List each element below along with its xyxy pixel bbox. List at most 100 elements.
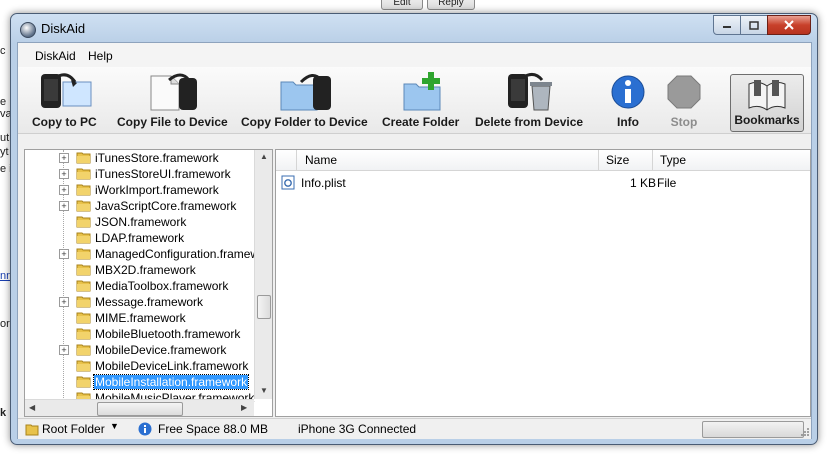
column-separator: [652, 150, 653, 170]
minimize-icon: [723, 26, 731, 28]
stop-button[interactable]: Stop: [664, 67, 704, 133]
scroll-left-icon[interactable]: ◀: [29, 403, 35, 412]
tree-item[interactable]: + iTunesStore.framework: [25, 150, 254, 166]
tree-item[interactable]: MobileDeviceLink.framework: [25, 358, 254, 374]
tree-item[interactable]: + iWorkImport.framework: [25, 182, 254, 198]
scroll-down-icon[interactable]: ▼: [260, 386, 268, 395]
caption-buttons: [713, 15, 811, 35]
tree-item[interactable]: MediaToolbox.framework: [25, 278, 254, 294]
tree-item-label: JSON.framework: [95, 215, 187, 229]
status-bar: Root Folder ▼ Free Space 88.0 MB iPhone …: [18, 418, 811, 439]
menu-bar: DiskAid Help: [18, 43, 811, 67]
folder-icon: [76, 168, 91, 180]
folder-icon: [76, 344, 91, 356]
folder-icon: [76, 216, 91, 228]
root-folder-dropdown[interactable]: Root Folder: [42, 422, 105, 436]
tree-item[interactable]: JSON.framework: [25, 214, 254, 230]
expand-icon[interactable]: +: [59, 345, 69, 355]
tree-item-label: iTunesStoreUI.framework: [95, 167, 231, 181]
bg-text-fragment: ut: [0, 132, 10, 144]
copy-to-pc-button[interactable]: Copy to PC: [32, 67, 97, 133]
tree-item[interactable]: MobileBluetooth.framework: [25, 326, 254, 342]
copy-to-pc-label: Copy to PC: [32, 115, 97, 129]
scroll-right-icon[interactable]: ▶: [241, 403, 247, 412]
bg-text-fragment: e: [0, 96, 7, 108]
plist-file-icon: [281, 175, 295, 190]
tree-item[interactable]: LDAP.framework: [25, 230, 254, 246]
toolbar: Copy to PC Copy File to Device Copy Fold…: [18, 67, 811, 134]
tree-vertical-scroll-thumb[interactable]: [257, 295, 271, 319]
tree-item-label: ManagedConfiguration.framework: [95, 247, 273, 261]
folder-icon: [25, 424, 39, 436]
tree-item-label: MobileDeviceLink.framework: [95, 359, 249, 373]
expand-icon[interactable]: +: [59, 201, 69, 211]
column-header-size[interactable]: Size: [606, 153, 629, 167]
copy-file-to-device-button[interactable]: Copy File to Device: [117, 67, 228, 133]
expand-icon[interactable]: +: [59, 297, 69, 307]
copy-to-pc-icon: [37, 70, 92, 114]
expand-icon[interactable]: +: [59, 249, 69, 259]
progress-bar: [702, 421, 804, 438]
tree-item-label: MediaToolbox.framework: [95, 279, 229, 293]
bg-text-fragment: k: [0, 407, 7, 419]
bg-edit-button[interactable]: Edit: [381, 0, 423, 10]
minimize-button[interactable]: [713, 15, 741, 35]
folder-icon: [76, 376, 91, 388]
tree-item[interactable]: MIME.framework: [25, 310, 254, 326]
copy-folder-to-device-button[interactable]: Copy Folder to Device: [241, 67, 368, 133]
tree-item-label: MobileDevice.framework: [95, 343, 227, 357]
delete-from-device-label: Delete from Device: [475, 115, 584, 129]
file-row[interactable]: Info.plist 1 KB File: [276, 174, 810, 192]
column-separator: [296, 150, 297, 170]
window-title: DiskAid: [41, 21, 86, 36]
column-header-type[interactable]: Type: [660, 153, 686, 167]
tree-item[interactable]: + JavaScriptCore.framework: [25, 198, 254, 214]
scroll-up-icon[interactable]: ▲: [260, 152, 268, 161]
folder-tree[interactable]: + iTunesStore.framework + iTunesStoreUI.fra…: [24, 149, 273, 417]
file-list[interactable]: Name Size Type Info.plist 1 KB File: [275, 149, 811, 417]
tree-horizontal-scrollbar[interactable]: ◀ ▶: [25, 399, 254, 416]
create-folder-label: Create Folder: [382, 115, 460, 129]
diskaid-window: DiskAid DiskAid Help Copy to PC Copy Fil…: [10, 13, 818, 445]
menu-diskaid[interactable]: DiskAid: [35, 49, 76, 63]
column-separator: [598, 150, 599, 170]
expand-icon[interactable]: +: [59, 169, 69, 179]
file-size: 1 KB: [630, 176, 657, 190]
close-button[interactable]: [767, 15, 811, 35]
client-area: DiskAid Help Copy to PC Copy File to Dev…: [17, 42, 812, 439]
tree-item-label: MobileBluetooth.framework: [95, 327, 241, 341]
tree-horizontal-scroll-thumb[interactable]: [97, 402, 183, 416]
info-label: Info: [617, 115, 639, 129]
bookmarks-label: Bookmarks: [734, 113, 800, 127]
bookmarks-button[interactable]: Bookmarks: [730, 74, 804, 132]
copy-file-to-device-icon: [145, 70, 199, 114]
tree-item-label: MBX2D.framework: [95, 263, 196, 277]
tree-item-label: JavaScriptCore.framework: [95, 199, 237, 213]
tree-vertical-scrollbar[interactable]: ▲ ▼: [254, 150, 272, 399]
menu-help[interactable]: Help: [88, 49, 113, 63]
file-name: Info.plist: [301, 176, 346, 190]
maximize-icon: [749, 20, 759, 30]
expand-icon[interactable]: +: [59, 153, 69, 163]
resize-grip-icon[interactable]: [800, 427, 810, 437]
folder-icon: [76, 152, 91, 164]
delete-from-device-button[interactable]: Delete from Device: [475, 67, 583, 133]
chevron-down-icon[interactable]: ▼: [110, 421, 119, 431]
tree-item[interactable]: + Message.framework: [25, 294, 254, 310]
folder-icon: [76, 328, 91, 340]
tree-item[interactable]: + ManagedConfiguration.framework: [25, 246, 272, 262]
expand-icon[interactable]: +: [59, 185, 69, 195]
tree-item[interactable]: MBX2D.framework: [25, 262, 254, 278]
info-button[interactable]: Info: [608, 67, 648, 133]
maximize-button[interactable]: [740, 15, 768, 35]
delete-from-device-icon: [502, 70, 556, 114]
tree-item-label: MIME.framework: [95, 311, 186, 325]
column-header-name[interactable]: Name: [305, 153, 337, 167]
tree-item[interactable]: MobileInstallation.framework: [25, 374, 254, 390]
tree-item[interactable]: + MobileDevice.framework: [25, 342, 254, 358]
folder-icon: [76, 312, 91, 324]
bg-reply-button[interactable]: Reply: [427, 0, 475, 10]
title-bar[interactable]: DiskAid: [11, 14, 817, 42]
tree-item[interactable]: + iTunesStoreUI.framework: [25, 166, 254, 182]
create-folder-button[interactable]: Create Folder: [382, 67, 459, 133]
